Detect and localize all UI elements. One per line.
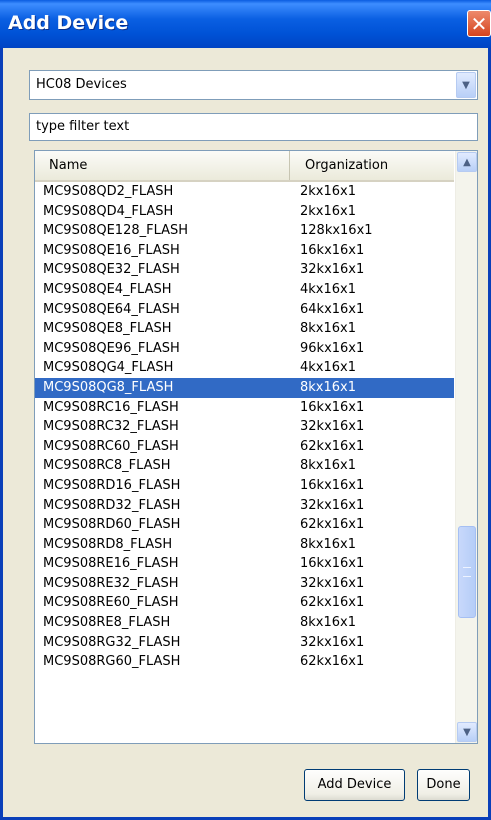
organization-cell: 8kx16x1 bbox=[300, 458, 356, 474]
table-row[interactable]: MC9S08RE60_FLASH 62kx16x1 bbox=[35, 593, 454, 613]
device-name-cell: MC9S08QE16_FLASH bbox=[43, 242, 180, 258]
chevron-down-icon[interactable]: ▼ bbox=[456, 72, 476, 98]
device-name-cell: MC9S08RC16_FLASH bbox=[43, 399, 179, 415]
organization-cell: 32kx16x1 bbox=[300, 419, 365, 435]
column-header-organization[interactable]: Organization bbox=[291, 151, 453, 180]
device-table: Name Organization MC9S08QD2_FLASH 2kx16x1… bbox=[34, 150, 478, 744]
device-name-cell: MC9S08QG4_FLASH bbox=[43, 360, 174, 376]
table-row[interactable]: MC9S08RD32_FLASH 32kx16x1 bbox=[35, 496, 454, 516]
grip-icon bbox=[463, 567, 471, 577]
vertical-scrollbar[interactable]: ▲ ▼ bbox=[455, 151, 477, 743]
table-row[interactable]: MC9S08RE32_FLASH 32kx16x1 bbox=[35, 574, 454, 594]
table-row[interactable]: MC9S08RD8_FLASH 8kx16x1 bbox=[35, 535, 454, 555]
organization-cell: 16kx16x1 bbox=[300, 556, 365, 572]
table-header: Name Organization bbox=[35, 151, 454, 182]
device-name-cell: MC9S08QE4_FLASH bbox=[43, 281, 172, 297]
organization-cell: 62kx16x1 bbox=[300, 438, 365, 454]
organization-cell: 32kx16x1 bbox=[300, 497, 365, 513]
organization-cell: 8kx16x1 bbox=[300, 321, 356, 337]
filter-placeholder: type filter text bbox=[36, 119, 130, 134]
table-body: MC9S08QD2_FLASH 2kx16x1 MC9S08QD4_FLASH 2kx… bbox=[35, 182, 454, 672]
organization-cell: 128kx16x1 bbox=[300, 223, 373, 239]
column-header-name[interactable]: Name bbox=[35, 151, 290, 180]
device-name-cell: MC9S08RC8_FLASH bbox=[43, 458, 171, 474]
table-row[interactable]: MC9S08QE8_FLASH 8kx16x1 bbox=[35, 319, 454, 339]
device-name-cell: MC9S08RE32_FLASH bbox=[43, 575, 179, 591]
table-row[interactable]: MC9S08RC8_FLASH 8kx16x1 bbox=[35, 456, 454, 476]
device-name-cell: MC9S08RC60_FLASH bbox=[43, 438, 179, 454]
device-name-cell: MC9S08RD16_FLASH bbox=[43, 477, 181, 493]
device-name-cell: MC9S08RG60_FLASH bbox=[43, 654, 181, 670]
device-name-cell: MC9S08QE96_FLASH bbox=[43, 340, 180, 356]
organization-cell: 64kx16x1 bbox=[300, 301, 365, 317]
add-device-dialog: Add Device ✕ HC08 Devices ▼ type filter … bbox=[0, 0, 491, 820]
table-row[interactable]: MC9S08QE32_FLASH 32kx16x1 bbox=[35, 260, 454, 280]
title-bar[interactable]: Add Device ✕ bbox=[0, 0, 491, 48]
window-title: Add Device bbox=[8, 12, 129, 34]
scroll-down-icon[interactable]: ▼ bbox=[457, 722, 477, 742]
add-device-button[interactable]: Add Device bbox=[304, 769, 405, 801]
organization-cell: 32kx16x1 bbox=[300, 575, 365, 591]
organization-cell: 16kx16x1 bbox=[300, 242, 365, 258]
organization-cell: 8kx16x1 bbox=[300, 379, 356, 395]
device-name-cell: MC9S08RE60_FLASH bbox=[43, 595, 179, 611]
table-row[interactable]: MC9S08RD16_FLASH 16kx16x1 bbox=[35, 476, 454, 496]
organization-cell: 8kx16x1 bbox=[300, 536, 356, 552]
done-button[interactable]: Done bbox=[417, 769, 470, 801]
device-name-cell: MC9S08QE128_FLASH bbox=[43, 223, 189, 239]
organization-cell: 16kx16x1 bbox=[300, 477, 365, 493]
organization-cell: 32kx16x1 bbox=[300, 634, 365, 650]
scroll-thumb[interactable] bbox=[458, 526, 476, 618]
organization-cell: 2kx16x1 bbox=[300, 184, 356, 199]
device-name-cell: MC9S08RD32_FLASH bbox=[43, 497, 181, 513]
device-name-cell: MC9S08QD2_FLASH bbox=[43, 184, 174, 199]
table-row[interactable]: MC9S08RD60_FLASH 62kx16x1 bbox=[35, 515, 454, 535]
device-name-cell: MC9S08RE16_FLASH bbox=[43, 556, 179, 572]
organization-cell: 96kx16x1 bbox=[300, 340, 365, 356]
table-row[interactable]: MC9S08RC32_FLASH 32kx16x1 bbox=[35, 417, 454, 437]
table-row[interactable]: MC9S08QE64_FLASH 64kx16x1 bbox=[35, 300, 454, 320]
device-name-cell: MC9S08RG32_FLASH bbox=[43, 634, 181, 650]
filter-input[interactable]: type filter text bbox=[29, 113, 478, 141]
organization-cell: 4kx16x1 bbox=[300, 281, 356, 297]
table-row[interactable]: MC9S08RE16_FLASH 16kx16x1 bbox=[35, 554, 454, 574]
device-family-select[interactable]: HC08 Devices ▼ bbox=[29, 70, 478, 100]
organization-cell: 62kx16x1 bbox=[300, 595, 365, 611]
table-row[interactable]: MC9S08RG60_FLASH 62kx16x1 bbox=[35, 652, 454, 672]
device-name-cell: MC9S08QE64_FLASH bbox=[43, 301, 180, 317]
table-row[interactable]: MC9S08RC16_FLASH 16kx16x1 bbox=[35, 398, 454, 418]
close-icon: ✕ bbox=[470, 11, 488, 36]
table-row[interactable]: MC9S08QG4_FLASH 4kx16x1 bbox=[35, 358, 454, 378]
device-name-cell: MC9S08QG8_FLASH bbox=[43, 379, 174, 395]
table-row[interactable]: MC9S08RE8_FLASH 8kx16x1 bbox=[35, 613, 454, 633]
organization-cell: 4kx16x1 bbox=[300, 360, 356, 376]
table-row[interactable]: MC9S08QE4_FLASH 4kx16x1 bbox=[35, 280, 454, 300]
table-row[interactable]: MC9S08RG32_FLASH 32kx16x1 bbox=[35, 633, 454, 653]
device-name-cell: MC9S08QE8_FLASH bbox=[43, 321, 172, 337]
device-name-cell: MC9S08RD60_FLASH bbox=[43, 517, 181, 533]
organization-cell: 62kx16x1 bbox=[300, 517, 365, 533]
table-row[interactable]: MC9S08QD4_FLASH 2kx16x1 bbox=[35, 202, 454, 222]
table-row[interactable]: MC9S08RC60_FLASH 62kx16x1 bbox=[35, 437, 454, 457]
organization-cell: 2kx16x1 bbox=[300, 203, 356, 219]
table-row[interactable]: MC9S08QD2_FLASH 2kx16x1 bbox=[35, 182, 454, 202]
organization-cell: 62kx16x1 bbox=[300, 654, 365, 670]
table-row[interactable]: MC9S08QE16_FLASH 16kx16x1 bbox=[35, 241, 454, 261]
device-name-cell: MC9S08QE32_FLASH bbox=[43, 262, 180, 278]
scroll-up-icon[interactable]: ▲ bbox=[457, 152, 477, 172]
device-name-cell: MC9S08RC32_FLASH bbox=[43, 419, 179, 435]
organization-cell: 32kx16x1 bbox=[300, 262, 365, 278]
device-name-cell: MC9S08RD8_FLASH bbox=[43, 536, 173, 552]
organization-cell: 8kx16x1 bbox=[300, 615, 356, 631]
table-row[interactable]: MC9S08QE128_FLASH 128kx16x1 bbox=[35, 221, 454, 241]
table-row[interactable]: MC9S08QE96_FLASH 96kx16x1 bbox=[35, 339, 454, 359]
close-button[interactable]: ✕ bbox=[467, 10, 491, 37]
organization-cell: 16kx16x1 bbox=[300, 399, 365, 415]
device-name-cell: MC9S08QD4_FLASH bbox=[43, 203, 174, 219]
table-row-selected[interactable]: MC9S08QG8_FLASH 8kx16x1 bbox=[35, 377, 454, 398]
device-name-cell: MC9S08RE8_FLASH bbox=[43, 615, 171, 631]
device-family-value: HC08 Devices bbox=[36, 77, 127, 92]
